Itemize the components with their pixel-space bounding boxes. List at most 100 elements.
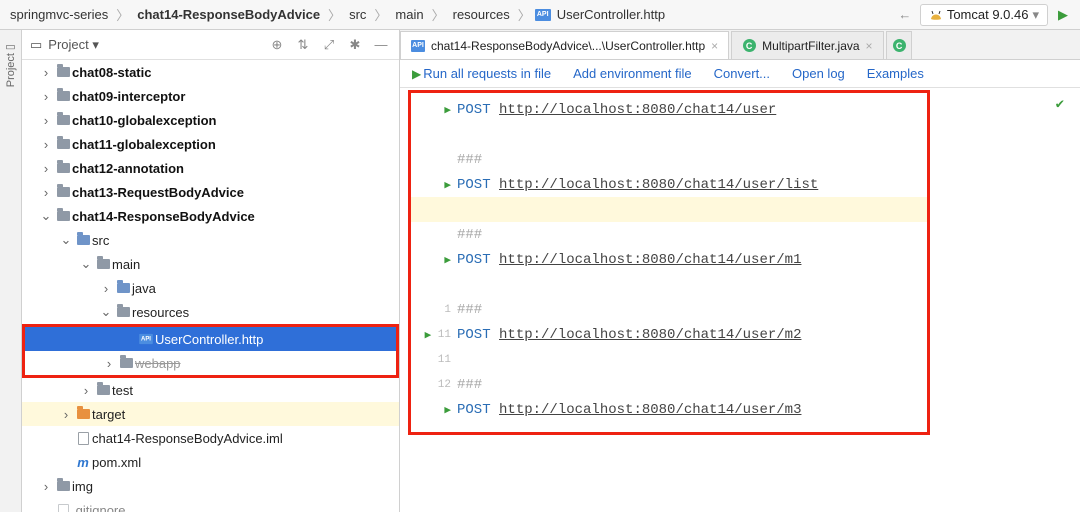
http-request-line[interactable]: POST http://localhost:8080/chat14/user/l… [411, 172, 927, 197]
project-view-icon: ▭ [30, 37, 42, 53]
http-method: POST [457, 102, 491, 118]
tree-node-img[interactable]: ›img [22, 474, 399, 498]
chevron-right-icon: 〉 [430, 5, 447, 24]
line-number: 11 [438, 354, 451, 366]
chevron-right-icon: 〉 [516, 5, 533, 24]
tree-node-resources[interactable]: ⌄resources [22, 300, 399, 324]
run-all-link[interactable]: ▶Run all requests in file [412, 66, 551, 81]
tree-node-chat14[interactable]: ⌄chat14-ResponseBodyAdvice [22, 204, 399, 228]
tree-node-iml[interactable]: chat14-ResponseBodyAdvice.iml [22, 426, 399, 450]
tab-multipartfilter[interactable]: C MultipartFilter.java × [731, 31, 883, 59]
crumb-main[interactable]: main [391, 5, 427, 24]
http-url: http://localhost:8080/chat14/user/m1 [499, 252, 801, 268]
tree-node-gitignore[interactable]: .gitignore [22, 498, 399, 512]
tab-usercontroller[interactable]: API chat14-ResponseBodyAdvice\...\UserCo… [400, 31, 729, 59]
tree-node-webapp[interactable]: ›webapp [25, 351, 396, 375]
http-request-line[interactable]: POST http://localhost:8080/chat14/user/m… [411, 397, 927, 422]
http-url: http://localhost:8080/chat14/user/m3 [499, 402, 801, 418]
request-separator: ### [457, 377, 482, 393]
hide-icon[interactable]: — [371, 37, 391, 52]
tree-node-usercontroller[interactable]: APIUserController.http [25, 327, 396, 351]
tree-node-chat08[interactable]: ›chat08-static [22, 60, 399, 84]
crumb-root[interactable]: springmvc-series [6, 5, 112, 24]
breadcrumb: springmvc-series 〉 chat14-ResponseBodyAd… [6, 5, 890, 24]
run-request-icon[interactable]: ▶ [444, 253, 451, 267]
java-class-icon: C [893, 39, 906, 53]
tree-node-chat11[interactable]: ›chat11-globalexception [22, 132, 399, 156]
http-method: POST [457, 177, 491, 193]
crumb-file[interactable]: UserController.http [553, 5, 669, 24]
editor-tabs: API chat14-ResponseBodyAdvice\...\UserCo… [400, 30, 1080, 60]
http-method: POST [457, 402, 491, 418]
play-icon: ▶ [412, 67, 421, 81]
collapse-all-icon[interactable]: ⤢ [319, 37, 339, 53]
http-url: http://localhost:8080/chat14/user [499, 102, 776, 118]
locate-icon[interactable]: ⊕ [267, 37, 287, 53]
project-tree[interactable]: ›chat08-static ›chat09-interceptor ›chat… [22, 60, 399, 512]
project-sidebar: ▭ Project ▾ ⊕ ⇅ ⤢ ✱ — ›chat08-static ›ch… [22, 30, 400, 512]
http-request-line[interactable]: POST http://localhost:8080/chat14/user [411, 97, 927, 122]
expand-all-icon[interactable]: ⇅ [293, 37, 313, 53]
tree-node-test[interactable]: ›test [22, 378, 399, 402]
chevron-right-icon: 〉 [372, 5, 389, 24]
convert-link[interactable]: Convert... [714, 66, 770, 81]
examples-link[interactable]: Examples [867, 66, 924, 81]
line-number: 11 [438, 329, 451, 341]
tree-node-main[interactable]: ⌄main [22, 252, 399, 276]
tree-node-pom[interactable]: mpom.xml [22, 450, 399, 474]
tree-node-java[interactable]: ›java [22, 276, 399, 300]
chevron-down-icon: ▾ [1032, 7, 1039, 23]
run-config-label: Tomcat 9.0.46 [947, 7, 1029, 22]
crumb-resources[interactable]: resources [449, 5, 514, 24]
run-request-icon[interactable]: ▶ [444, 178, 451, 192]
tab-label: chat14-ResponseBodyAdvice\...\UserContro… [431, 39, 705, 53]
http-url: http://localhost:8080/chat14/user/list [499, 177, 818, 193]
project-tool-icon: ▭ [5, 40, 15, 53]
http-method: POST [457, 252, 491, 268]
tree-node-chat12[interactable]: ›chat12-annotation [22, 156, 399, 180]
chevron-right-icon: 〉 [114, 5, 131, 24]
tree-node-target[interactable]: ›target [22, 402, 399, 426]
add-env-link[interactable]: Add environment file [573, 66, 692, 81]
crumb-src[interactable]: src [345, 5, 370, 24]
run-button[interactable]: ▶ [1052, 4, 1074, 26]
editor-pane: API chat14-ResponseBodyAdvice\...\UserCo… [400, 30, 1080, 512]
project-title[interactable]: Project ▾ [48, 37, 261, 53]
close-icon[interactable]: × [866, 39, 873, 53]
http-method: POST [457, 327, 491, 343]
request-separator: ### [457, 302, 482, 318]
java-class-icon: C [742, 39, 756, 53]
chevron-right-icon: 〉 [326, 5, 343, 24]
settings-icon[interactable]: ✱ [345, 37, 365, 53]
http-file-icon: API [535, 9, 551, 21]
run-request-icon[interactable]: ▶ [444, 103, 451, 117]
project-tool-label: Project [5, 53, 17, 87]
open-log-link[interactable]: Open log [792, 66, 845, 81]
request-separator: ### [457, 227, 482, 243]
http-toolbar: ▶Run all requests in file Add environmen… [400, 60, 1080, 88]
http-file-icon: API [411, 39, 425, 53]
crumb-module[interactable]: chat14-ResponseBodyAdvice [133, 5, 324, 24]
tree-node-src[interactable]: ⌄src [22, 228, 399, 252]
back-button[interactable]: ← [894, 4, 916, 26]
http-request-line[interactable]: POST http://localhost:8080/chat14/user/m… [411, 247, 927, 272]
line-number: 12 [438, 379, 451, 391]
code-editor[interactable]: ✔ ▶ POST http://localhost:8080/chat14/us… [400, 88, 1080, 512]
run-config-dropdown[interactable]: Tomcat 9.0.46 ▾ [920, 4, 1048, 26]
request-separator: ### [457, 152, 482, 168]
line-number: 1 [444, 304, 451, 316]
run-request-icon[interactable]: ▶ [425, 328, 432, 342]
top-toolbar: springmvc-series 〉 chat14-ResponseBodyAd… [0, 0, 1080, 30]
tab-label: MultipartFilter.java [762, 39, 859, 53]
run-request-icon[interactable]: ▶ [444, 403, 451, 417]
tab-overflow[interactable]: C [886, 31, 912, 59]
close-icon[interactable]: × [711, 39, 718, 53]
tool-window-stripe[interactable]: ▭ Project [0, 30, 22, 512]
tree-node-chat09[interactable]: ›chat09-interceptor [22, 84, 399, 108]
tree-node-chat13[interactable]: ›chat13-RequestBodyAdvice [22, 180, 399, 204]
http-request-line[interactable]: POST http://localhost:8080/chat14/user/m… [411, 322, 927, 347]
tree-node-chat10[interactable]: ›chat10-globalexception [22, 108, 399, 132]
http-url: http://localhost:8080/chat14/user/m2 [499, 327, 801, 343]
inspection-ok-icon[interactable]: ✔ [1056, 96, 1064, 113]
highlight-annotation: ▶ POST http://localhost:8080/chat14/user… [408, 90, 930, 435]
